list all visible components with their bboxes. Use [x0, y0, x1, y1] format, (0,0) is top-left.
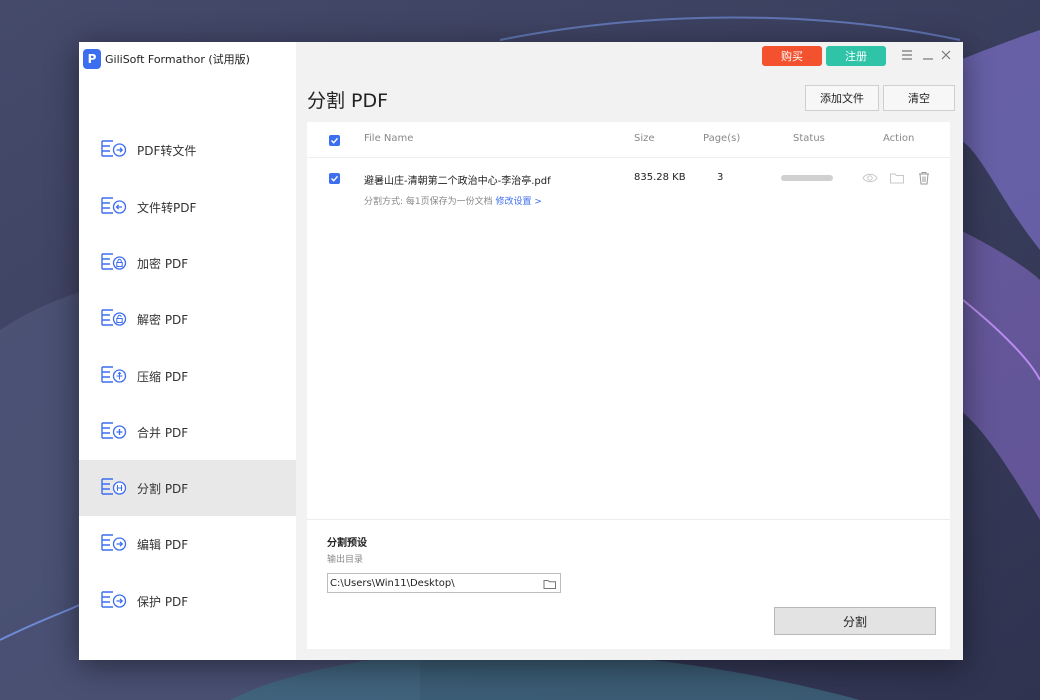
preview-eye-icon[interactable] — [862, 170, 878, 186]
delete-trash-icon[interactable] — [916, 170, 932, 186]
row-file-name: 避暑山庄-清朝第二个政治中心-李治亭.pdf — [364, 176, 551, 187]
header-size: Size — [634, 133, 655, 144]
output-path-input[interactable] — [330, 574, 540, 592]
minimize-icon[interactable] — [921, 48, 935, 62]
select-all-checkbox[interactable] — [329, 135, 340, 146]
open-folder-icon[interactable] — [889, 170, 905, 186]
document-arrow-right-icon — [101, 139, 127, 161]
register-button[interactable]: 注册 — [826, 46, 886, 66]
buy-button[interactable]: 购买 — [762, 46, 822, 66]
clear-button[interactable]: 清空 — [883, 85, 955, 111]
sidebar: P GiliSoft Formathor (试用版) PDF转文件 文件转PDF 加… — [79, 42, 296, 660]
add-file-button[interactable]: 添加文件 — [805, 85, 879, 111]
header-pages: Page(s) — [703, 133, 741, 144]
document-unlock-icon — [101, 308, 127, 330]
sidebar-item-edit-pdf[interactable]: 编辑 PDF — [79, 516, 296, 572]
sidebar-item-label: 解密 PDF — [137, 312, 189, 327]
sidebar-item-label: 分割 PDF — [137, 481, 189, 496]
row-status-progress — [781, 175, 833, 181]
row-split-mode: 分割方式: 每1页保存为一份文档 — [364, 197, 493, 207]
close-icon[interactable] — [939, 48, 953, 62]
sidebar-item-label: 合并 PDF — [137, 425, 189, 440]
sidebar-item-label: 压缩 PDF — [137, 369, 189, 384]
header-file-name: File Name — [364, 133, 414, 144]
document-arrow-left-icon — [101, 196, 127, 218]
sidebar-item-label: 加密 PDF — [137, 256, 189, 271]
modify-settings-link[interactable]: 修改设置 > — [496, 197, 542, 207]
split-preset-panel: 分割预设 输出目录 分割 — [307, 519, 950, 649]
document-arrow-right-icon — [101, 590, 127, 612]
output-dir-label: 输出目录 — [327, 555, 364, 565]
sidebar-item-decrypt-pdf[interactable]: 解密 PDF — [79, 291, 296, 347]
sidebar-item-label: PDF转文件 — [137, 143, 197, 158]
preset-title: 分割预设 — [327, 538, 367, 549]
main-area: 购买 注册 分割 PDF 添加文件 清空 File Name Size Page… — [296, 42, 963, 660]
app-brand: P GiliSoft Formathor (试用版) — [83, 48, 250, 70]
split-button[interactable]: 分割 — [774, 607, 936, 635]
document-compress-icon — [101, 365, 127, 387]
sidebar-item-merge-pdf[interactable]: 合并 PDF — [79, 404, 296, 460]
app-title: GiliSoft Formathor (试用版) — [105, 53, 250, 66]
sidebar-item-compress-pdf[interactable]: 压缩 PDF — [79, 348, 296, 404]
document-plus-icon — [101, 421, 127, 443]
sidebar-item-label: 编辑 PDF — [137, 537, 189, 552]
sidebar-item-encrypt-pdf[interactable]: 加密 PDF — [79, 235, 296, 291]
header-action: Action — [883, 133, 915, 144]
row-pages: 3 — [717, 172, 724, 183]
sidebar-item-protect-pdf[interactable]: 保护 PDF — [79, 573, 296, 629]
menu-icon[interactable] — [900, 48, 914, 62]
document-split-icon — [101, 477, 127, 499]
app-logo-icon: P — [83, 49, 101, 69]
browse-folder-icon[interactable] — [543, 576, 557, 590]
row-size: 835.28 KB — [634, 172, 686, 183]
sidebar-item-label: 保护 PDF — [137, 594, 189, 609]
output-path-field[interactable] — [327, 573, 561, 593]
row-checkbox[interactable] — [329, 173, 340, 184]
document-arrow-right-icon — [101, 533, 127, 555]
sidebar-item-split-pdf[interactable]: 分割 PDF — [79, 460, 296, 516]
header-divider — [307, 157, 950, 158]
document-lock-icon — [101, 252, 127, 274]
page-title: 分割 PDF — [307, 90, 389, 112]
sidebar-item-pdf-to-file[interactable]: PDF转文件 — [79, 122, 296, 178]
sidebar-item-label: 文件转PDF — [137, 200, 197, 215]
app-window: P GiliSoft Formathor (试用版) PDF转文件 文件转PDF 加… — [79, 42, 963, 660]
sidebar-item-file-to-pdf[interactable]: 文件转PDF — [79, 179, 296, 235]
header-status: Status — [793, 133, 825, 144]
file-table: File Name Size Page(s) Status Action 避暑山… — [307, 122, 950, 519]
